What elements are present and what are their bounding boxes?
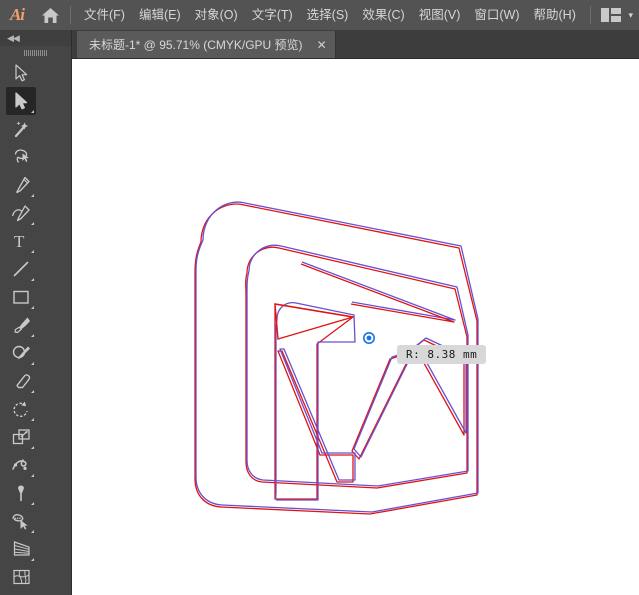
tools-panel: ◀◀ T [0,30,72,595]
menu-help[interactable]: 帮助(H) [527,5,583,26]
document-tab-bar: 未标题-1* @ 95.71% (CMYK/GPU 预览) ✕ [72,30,639,59]
rotate-tool[interactable] [6,395,36,423]
shape-builder-tool[interactable] [6,507,36,535]
tool-flyout-indicator[interactable] [31,390,34,393]
tool-flyout-indicator[interactable] [31,474,34,477]
pen-tool[interactable] [6,171,36,199]
shaper-tool[interactable] [6,339,36,367]
menu-edit[interactable]: 编辑(E) [132,5,188,26]
document-tab-label: 未标题-1* @ 95.71% (CMYK/GPU 预览) [89,38,303,52]
svg-text:T: T [14,232,25,250]
menu-file[interactable]: 文件(F) [77,5,132,26]
tool-flyout-indicator[interactable] [31,362,34,365]
workspace-area: ▾ [590,0,633,30]
collapse-panel-button[interactable]: ◀◀ [0,30,71,46]
lasso-tool[interactable] [6,143,36,171]
gradient-tool[interactable] [6,591,36,595]
document-tab[interactable]: 未标题-1* @ 95.71% (CMYK/GPU 预览) ✕ [77,31,336,58]
mesh-tool[interactable] [6,563,36,591]
eraser-tool[interactable] [6,367,36,395]
type-tool[interactable]: T [6,227,36,255]
menu-object[interactable]: 对象(O) [188,5,245,26]
tool-flyout-indicator[interactable] [31,502,34,505]
tool-flyout-indicator[interactable] [31,306,34,309]
menu-item-list: 文件(F) 编辑(E) 对象(O) 文字(T) 选择(S) 效果(C) 视图(V… [77,5,583,26]
illustrator-window: Ai 文件(F) 编辑(E) 对象(O) 文字(T) 选择(S) 效果(C) 视… [0,0,639,595]
rectangle-tool[interactable] [6,283,36,311]
menu-window[interactable]: 窗口(W) [467,5,526,26]
chevron-down-icon[interactable]: ▾ [628,10,633,21]
m-logo-artwork[interactable] [72,59,639,595]
tool-flyout-indicator[interactable] [31,278,34,281]
line-segment-tool[interactable] [6,255,36,283]
menu-view[interactable]: 视图(V) [412,5,468,26]
perspective-grid-tool[interactable] [6,535,36,563]
scale-tool[interactable] [6,423,36,451]
document-canvas[interactable]: R: 8.38 mm [72,59,639,595]
selection-tool[interactable] [6,59,36,87]
direct-selection-tool[interactable] [6,87,36,115]
home-icon[interactable] [34,0,66,30]
live-corner-widget[interactable] [363,331,375,344]
tool-flyout-indicator[interactable] [31,334,34,337]
workspace-divider [590,6,592,24]
tool-flyout-indicator[interactable] [31,110,34,113]
tool-flyout-indicator[interactable] [31,446,34,449]
menu-select[interactable]: 选择(S) [300,5,356,26]
panel-drag-handle[interactable] [0,46,71,59]
menu-bar: Ai 文件(F) 编辑(E) 对象(O) 文字(T) 选择(S) 效果(C) 视… [0,0,639,30]
workspace-layout-icon[interactable] [601,8,622,22]
menubar-divider [70,6,71,24]
menu-type[interactable]: 文字(T) [245,5,300,26]
tool-flyout-indicator[interactable] [31,530,34,533]
tool-flyout-indicator[interactable] [31,222,34,225]
tool-grid: T [0,59,71,595]
free-transform-tool[interactable] [6,479,36,507]
tool-flyout-indicator[interactable] [31,250,34,253]
width-tool[interactable] [6,451,36,479]
paintbrush-tool[interactable] [6,311,36,339]
collapse-panel-label: ◀◀ [7,32,20,43]
tool-flyout-indicator[interactable] [31,194,34,197]
magic-wand-tool[interactable] [6,115,36,143]
close-icon[interactable]: ✕ [317,39,327,51]
tool-flyout-indicator[interactable] [31,418,34,421]
menu-effect[interactable]: 效果(C) [355,5,411,26]
tool-flyout-indicator[interactable] [31,558,34,561]
corner-radius-tooltip: R: 8.38 mm [397,345,487,364]
app-logo-icon: Ai [9,5,25,24]
curvature-tool[interactable] [6,199,36,227]
